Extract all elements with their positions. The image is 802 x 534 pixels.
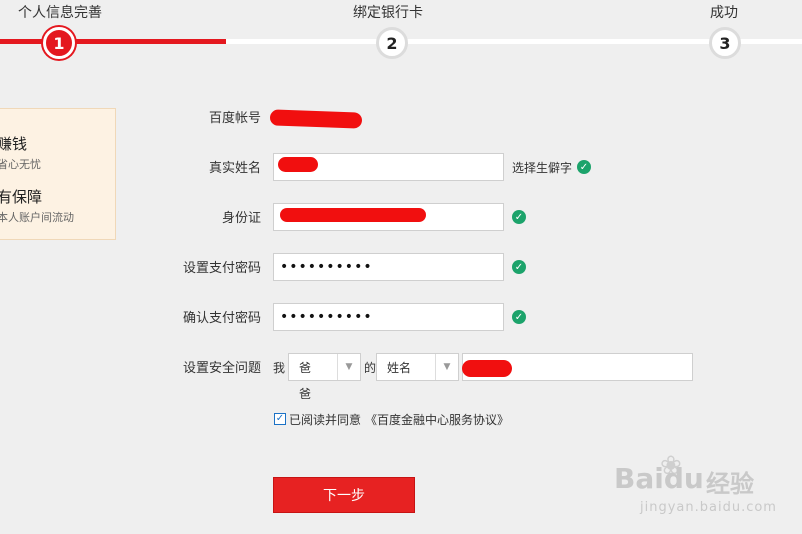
security-question-label: 设置安全问题 <box>182 361 261 376</box>
pay-password-value: •••••••••• <box>280 259 373 275</box>
info-item2-sub: 本人账户间流动 <box>0 211 74 224</box>
agree-checkbox[interactable]: ✓ <box>274 413 286 425</box>
idcard-redaction <box>280 208 426 222</box>
idcard-check-icon: ✓ <box>512 210 526 224</box>
pay-password-input[interactable]: •••••••••• <box>273 253 504 281</box>
watermark-brand: Baidu <box>614 462 704 495</box>
watermark-cn: 经验 <box>706 470 754 498</box>
idcard-label: 身份证 <box>221 211 261 226</box>
realname-redaction <box>278 157 318 172</box>
attribute-select[interactable]: 姓名 ▼ <box>376 353 459 381</box>
security-mid: 的 <box>364 361 377 375</box>
watermark-url: jingyan.baidu.com <box>640 500 777 515</box>
info-item2-title: 有保障 <box>0 188 43 206</box>
security-prefix: 我 <box>273 361 286 375</box>
account-label: 百度帐号 <box>208 111 261 126</box>
attribute-select-value: 姓名 <box>387 360 412 375</box>
confirm-password-check-icon: ✓ <box>512 310 526 324</box>
relation-select-value: 爸 <box>299 360 312 375</box>
agreement-link[interactable]: 《百度金融中心服务协议》 <box>365 411 509 428</box>
step-3-label: 成功 <box>710 5 738 21</box>
confirm-password-value: •••••••••• <box>280 309 373 325</box>
realname-check-icon: ✓ <box>577 160 591 174</box>
confirm-password-input[interactable]: •••••••••• <box>273 303 504 331</box>
agree-text: 已阅读并同意 <box>289 413 362 427</box>
step-1-label: 个人信息完善 <box>18 5 102 21</box>
pay-password-check-icon: ✓ <box>512 260 526 274</box>
pay-password-label: 设置支付密码 <box>182 261 261 276</box>
chevron-down-icon: ▼ <box>435 354 458 380</box>
info-item1-sub: 省心无忧 <box>0 158 41 171</box>
account-redaction <box>269 109 363 129</box>
confirm-password-label: 确认支付密码 <box>182 311 261 326</box>
step-3-circle: 3 <box>709 27 741 59</box>
chevron-down-icon: ▼ <box>337 354 360 380</box>
answer-redaction <box>462 360 512 377</box>
rare-char-link[interactable]: 选择生僻字 <box>512 159 572 176</box>
info-panel: 赚钱 省心无忧 有保障 本人账户间流动 <box>0 108 116 240</box>
relation-select-wrap: 爸 <box>299 387 312 401</box>
next-step-button[interactable]: 下一步 <box>273 477 415 513</box>
info-item1-title: 赚钱 <box>0 135 28 153</box>
step-2-label: 绑定银行卡 <box>353 5 423 21</box>
step-2-circle: 2 <box>376 27 408 59</box>
relation-select[interactable]: 爸 ▼ <box>288 353 361 381</box>
step-1-circle: 1 <box>43 27 75 59</box>
progress-track-done <box>0 39 226 44</box>
realname-label: 真实姓名 <box>208 161 261 176</box>
